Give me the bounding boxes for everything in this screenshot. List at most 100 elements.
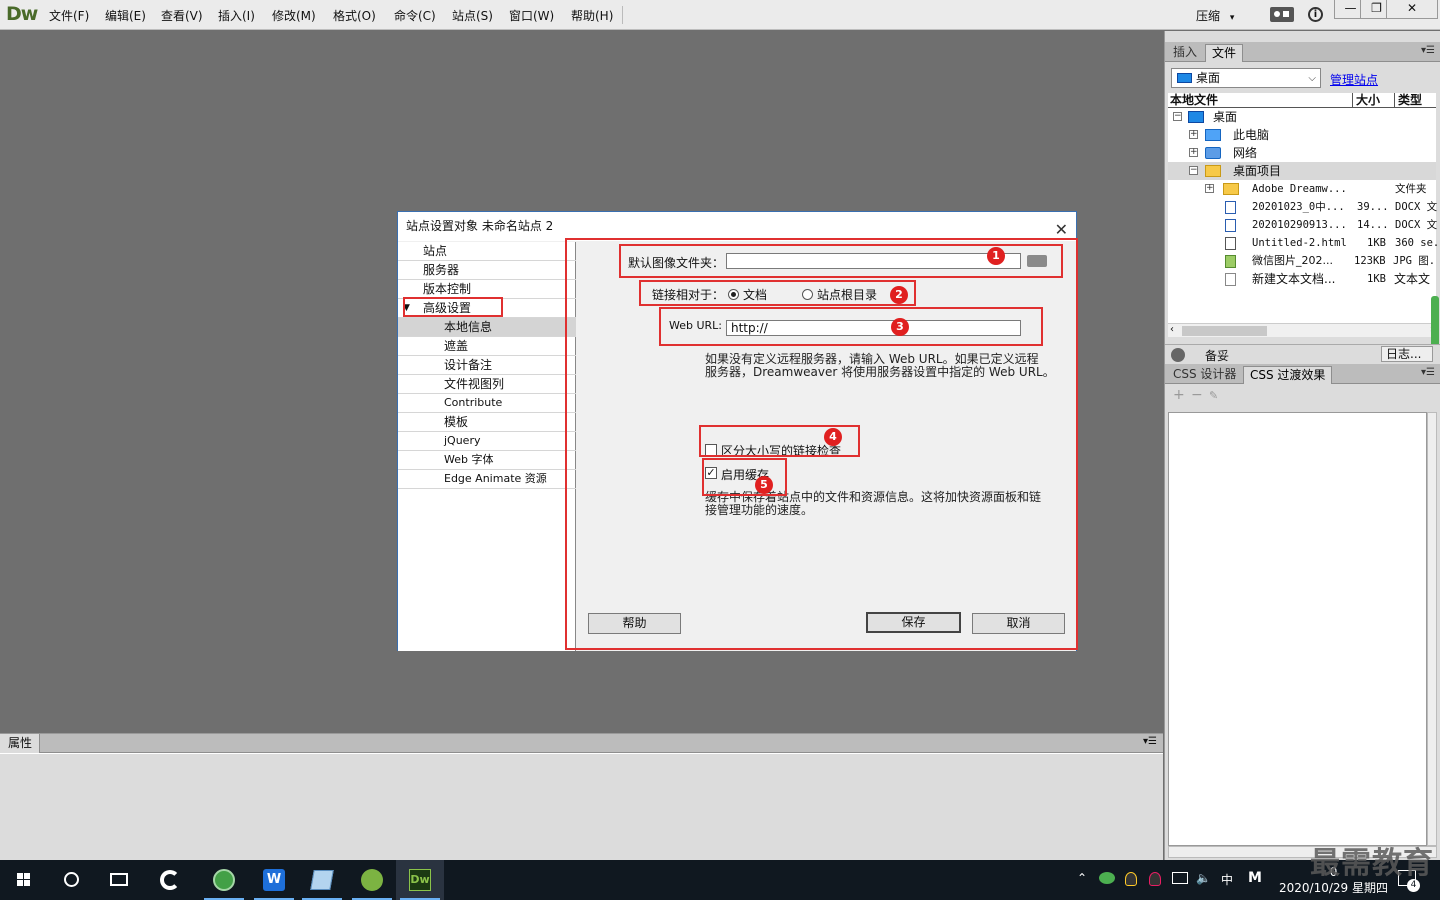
tree-item-file[interactable]: + Adobe Dreamw... 文件夹	[1168, 180, 1436, 198]
tree-item-desktop-project[interactable]: − 桌面项目	[1168, 162, 1436, 180]
search-icon[interactable]	[48, 860, 96, 900]
log-button[interactable]: 日志...	[1381, 346, 1433, 362]
tree-item-file[interactable]: 20201029091З... 14... DOCX 文	[1168, 216, 1437, 234]
html-file-icon	[1225, 237, 1236, 250]
menu-site[interactable]: 站点(S)	[452, 7, 493, 24]
tree-item-file[interactable]: 20201023_0中... 39... DOCX 文	[1168, 198, 1437, 216]
category-design-notes[interactable]: 设计备注	[398, 356, 576, 375]
panel-resize-handle[interactable]	[1431, 296, 1439, 351]
expand-icon[interactable]: +	[1189, 130, 1198, 139]
word-doc-icon	[1225, 201, 1236, 214]
tree-item-file[interactable]: 新建文本文档... 1KB 文本文	[1168, 270, 1436, 288]
files-horizontal-scrollbar[interactable]: ‹ ›	[1168, 323, 1436, 337]
tree-item-network[interactable]: + 网络	[1168, 144, 1436, 162]
green-app-icon[interactable]	[348, 860, 396, 900]
scroll-left-icon[interactable]: ‹	[1170, 324, 1174, 335]
case-sensitive-checkbox[interactable]	[705, 444, 717, 456]
close-window-button[interactable]: ✕	[1386, 0, 1438, 19]
dialog-close-button[interactable]: ✕	[1055, 216, 1068, 244]
tab-properties[interactable]: 属性	[0, 734, 40, 753]
menu-modify[interactable]: 修改(M)	[272, 7, 316, 24]
scroll-thumb[interactable]	[1182, 326, 1267, 336]
tab-insert[interactable]: 插入	[1167, 44, 1203, 62]
wechat-icon[interactable]	[1099, 872, 1115, 884]
app-pinwheel-icon[interactable]	[146, 860, 194, 900]
menu-file[interactable]: 文件(F)	[49, 7, 89, 24]
collapse-icon[interactable]: −	[1173, 112, 1182, 121]
menu-window[interactable]: 窗口(W)	[509, 7, 554, 24]
category-file-view-columns[interactable]: 文件视图列	[398, 375, 576, 394]
qq-icon[interactable]	[1125, 872, 1137, 886]
ime-m-icon[interactable]: M	[1248, 870, 1262, 886]
tree-item-file[interactable]: 微信图片_202... 123KB JPG 图.	[1168, 252, 1436, 270]
sync-settings-icon[interactable]	[1270, 7, 1294, 22]
info-icon[interactable]: i	[1308, 7, 1323, 22]
category-contribute[interactable]: Contribute	[398, 394, 576, 413]
tree-item-file[interactable]: Untitled-2.html 1KB 360 se.	[1168, 234, 1439, 252]
manage-sites-link[interactable]: 管理站点	[1330, 71, 1378, 88]
tab-css-transitions[interactable]: CSS 过渡效果	[1243, 366, 1333, 384]
collapse-icon[interactable]: −	[1189, 166, 1198, 175]
qq-icon-2[interactable]	[1149, 872, 1161, 886]
menu-format[interactable]: 格式(O)	[333, 7, 376, 24]
site-setup-dialog: 站点设置对象 未命名站点 2 ✕ 站点 服务器 版本控制 ▼ 高级设置 本地信息 …	[397, 211, 1077, 651]
tab-css-designer[interactable]: CSS 设计器	[1167, 366, 1242, 384]
menu-edit[interactable]: 编辑(E)	[105, 7, 146, 24]
remove-transition-button[interactable]: −	[1191, 387, 1203, 403]
browser-360-icon[interactable]	[200, 860, 248, 900]
help-button[interactable]: 帮助	[588, 613, 681, 634]
site-select[interactable]: 桌面 ⌵	[1171, 68, 1321, 88]
expand-icon[interactable]: +	[1189, 148, 1198, 157]
file-name: 微信图片_202...	[1252, 254, 1333, 267]
network-tray-icon[interactable]	[1172, 872, 1188, 884]
tray-expand-icon[interactable]: ⌃	[1077, 871, 1087, 885]
category-advanced-settings[interactable]: ▼ 高级设置	[398, 299, 576, 318]
column-local-files[interactable]: 本地文件	[1170, 93, 1218, 108]
panel-menu-icon[interactable]: ▾☰	[1421, 45, 1435, 56]
volume-icon[interactable]: 🔈	[1196, 871, 1211, 885]
category-edge-animate[interactable]: Edge Animate 资源	[398, 470, 576, 489]
tab-files[interactable]: 文件	[1205, 44, 1244, 62]
panel-menu-icon[interactable]: ▾☰	[1143, 736, 1157, 747]
save-button[interactable]: 保存	[866, 612, 961, 633]
panel-menu-icon[interactable]: ▾☰	[1421, 367, 1435, 378]
category-templates[interactable]: 模板	[398, 413, 576, 432]
default-images-folder-input[interactable]	[726, 253, 1021, 269]
column-size[interactable]: 大小	[1352, 93, 1394, 108]
add-transition-button[interactable]: +	[1173, 387, 1185, 403]
category-site[interactable]: 站点	[398, 242, 576, 261]
menu-commands[interactable]: 命令(C)	[394, 7, 436, 24]
category-local-info[interactable]: 本地信息	[398, 318, 576, 337]
category-version-control[interactable]: 版本控制	[398, 280, 576, 299]
category-label: 高级设置	[423, 301, 472, 315]
column-type[interactable]: 类型	[1394, 93, 1422, 108]
tree-item-this-pc[interactable]: + 此电脑	[1168, 126, 1436, 144]
menu-insert[interactable]: 插入(I)	[218, 7, 255, 24]
start-button[interactable]	[0, 860, 48, 900]
menu-view[interactable]: 查看(V)	[161, 7, 203, 24]
expand-icon[interactable]: +	[1205, 184, 1214, 193]
cancel-button[interactable]: 取消	[972, 613, 1065, 634]
dreamweaver-taskbar-icon[interactable]: Dw	[396, 860, 444, 900]
browse-folder-icon[interactable]	[1027, 255, 1047, 267]
file-size: 1KB	[1367, 273, 1386, 285]
radio-site-root[interactable]	[802, 289, 813, 300]
edit-pencil-icon[interactable]: ✎	[1209, 389, 1218, 402]
workspace-compress-button[interactable]: 压缩 ▾	[1196, 7, 1234, 24]
category-cloaking[interactable]: 遮盖	[398, 337, 576, 356]
radio-document[interactable]	[728, 289, 739, 300]
tree-item-desktop[interactable]: − 桌面	[1168, 108, 1436, 126]
category-jquery[interactable]: jQuery	[398, 432, 576, 451]
input-method-indicator[interactable]: 中	[1221, 871, 1233, 888]
file-name: 20201023_0中...	[1252, 201, 1345, 213]
menu-help[interactable]: 帮助(H)	[571, 7, 613, 24]
css-vertical-scrollbar[interactable]	[1427, 412, 1437, 846]
wps-writer-icon[interactable]: W	[250, 860, 298, 900]
enable-cache-checkbox[interactable]: ✓	[705, 467, 717, 479]
category-servers[interactable]: 服务器	[398, 261, 576, 280]
web-url-input[interactable]: http://	[726, 320, 1021, 336]
annotation-badge-2: 2	[890, 286, 908, 304]
task-view-icon[interactable]	[96, 860, 144, 900]
notepad-app-icon[interactable]	[298, 860, 346, 900]
category-web-fonts[interactable]: Web 字体	[398, 451, 576, 470]
